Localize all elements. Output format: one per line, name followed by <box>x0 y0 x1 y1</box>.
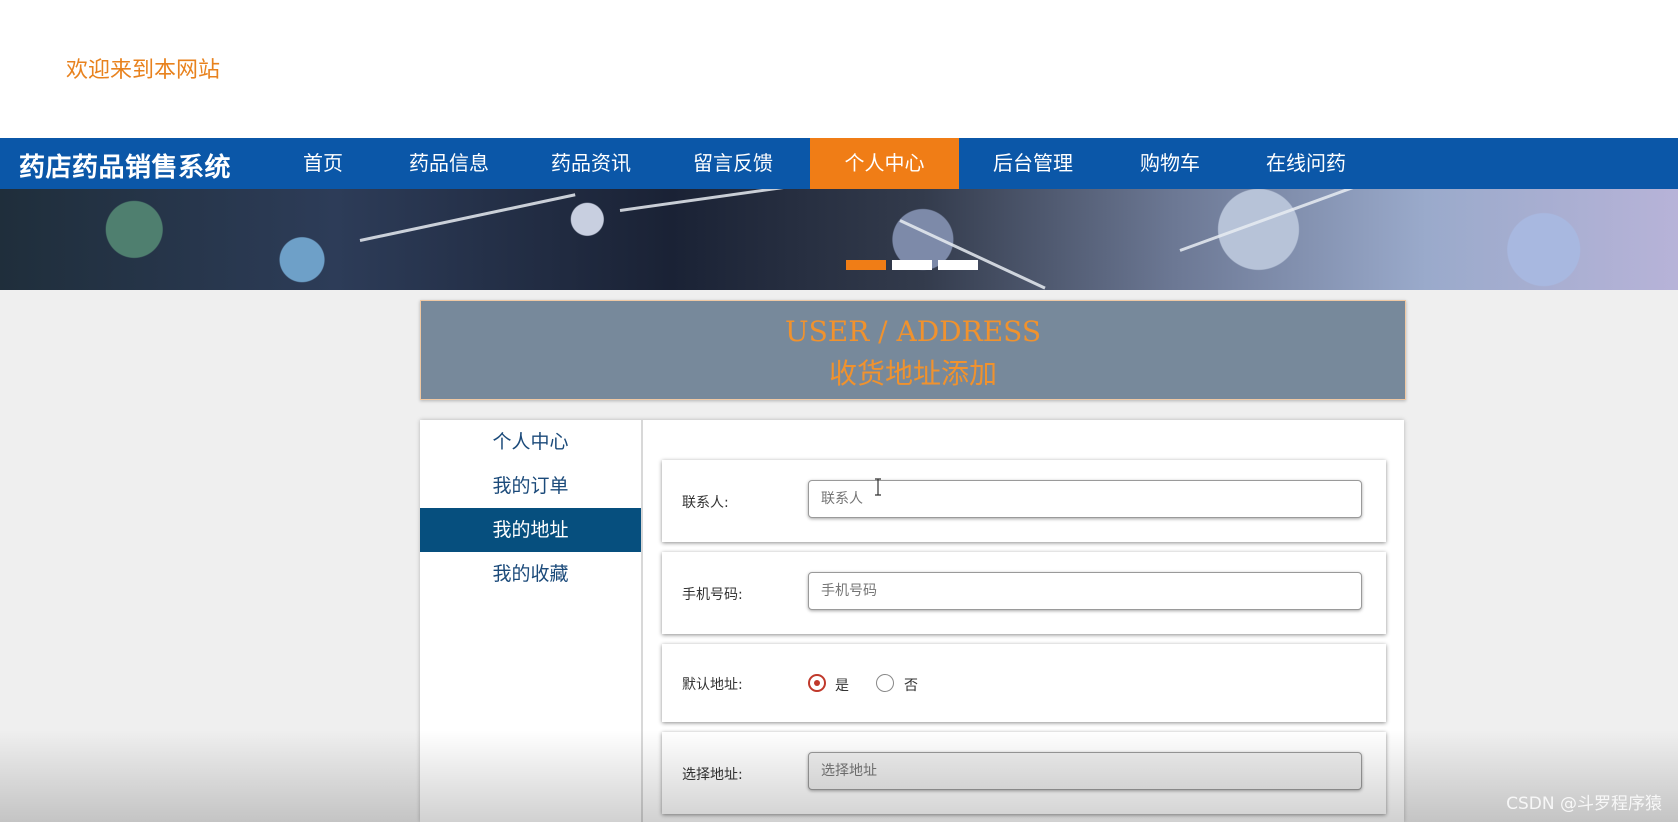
nav-item-admin[interactable]: 后台管理 <box>978 138 1088 189</box>
select-address-label: 选择地址: <box>682 767 743 783</box>
nav-item-online-consult[interactable]: 在线问药 <box>1250 138 1362 189</box>
sidebar-item-my-favorites[interactable]: 我的收藏 <box>420 552 641 596</box>
form-row-default-address: 默认地址: 是 否 <box>662 644 1386 722</box>
default-address-label: 默认地址: <box>682 677 743 693</box>
phone-input[interactable] <box>808 572 1362 610</box>
banner-decoration <box>899 219 1046 290</box>
banner-carousel <box>0 189 1678 290</box>
carousel-dot[interactable] <box>892 260 932 270</box>
select-address-input[interactable] <box>808 752 1362 790</box>
sidebar-menu: 个人中心 我的订单 我的地址 我的收藏 <box>420 420 643 822</box>
nav-item-medicine-info[interactable]: 药品信息 <box>394 138 504 189</box>
banner-decoration <box>619 189 918 212</box>
page-title-box: USER / ADDRESS 收货地址添加 <box>420 300 1406 400</box>
sidebar-item-my-orders[interactable]: 我的订单 <box>420 464 641 508</box>
page-title-cn: 收货地址添加 <box>828 357 997 390</box>
form-row-phone: 手机号码: <box>662 552 1386 634</box>
welcome-text: 欢迎来到本网站 <box>66 58 221 83</box>
page-title-en: USER / ADDRESS <box>784 315 1042 348</box>
radio-default-no[interactable] <box>876 674 894 692</box>
nav-item-cart[interactable]: 购物车 <box>1124 138 1216 189</box>
banner-decoration <box>1179 189 1369 252</box>
form-row-contact: 联系人: <box>662 460 1386 542</box>
carousel-dot[interactable] <box>846 260 886 270</box>
carousel-dot[interactable] <box>938 260 978 270</box>
phone-label: 手机号码: <box>682 587 743 603</box>
banner-decoration <box>359 193 576 242</box>
nav-item-medicine-news[interactable]: 药品资讯 <box>536 138 646 189</box>
content-panel: 个人中心 我的订单 我的地址 我的收藏 联系人: 手机号码: 默认地址: 是 否… <box>420 420 1404 822</box>
main-navbar: 药店药品销售系统 首页 药品信息 药品资讯 留言反馈 个人中心 后台管理 购物车… <box>0 138 1678 189</box>
radio-default-yes-label: 是 <box>835 678 849 694</box>
nav-item-personal-center[interactable]: 个人中心 <box>810 138 959 189</box>
sidebar-item-personal-center[interactable]: 个人中心 <box>420 420 641 464</box>
contact-input[interactable] <box>808 480 1362 518</box>
watermark: CSDN @斗罗程序猿 <box>1506 794 1662 814</box>
site-brand[interactable]: 药店药品销售系统 <box>19 147 231 184</box>
text-cursor-icon <box>875 478 881 496</box>
nav-item-home[interactable]: 首页 <box>280 138 366 189</box>
radio-default-yes[interactable] <box>808 674 826 692</box>
top-header: 欢迎来到本网站 <box>0 0 1678 138</box>
contact-label: 联系人: <box>682 495 729 511</box>
sidebar-item-my-address[interactable]: 我的地址 <box>420 508 641 552</box>
form-row-select-address: 选择地址: <box>662 732 1386 814</box>
nav-item-feedback[interactable]: 留言反馈 <box>678 138 788 189</box>
radio-default-no-label: 否 <box>904 678 918 694</box>
